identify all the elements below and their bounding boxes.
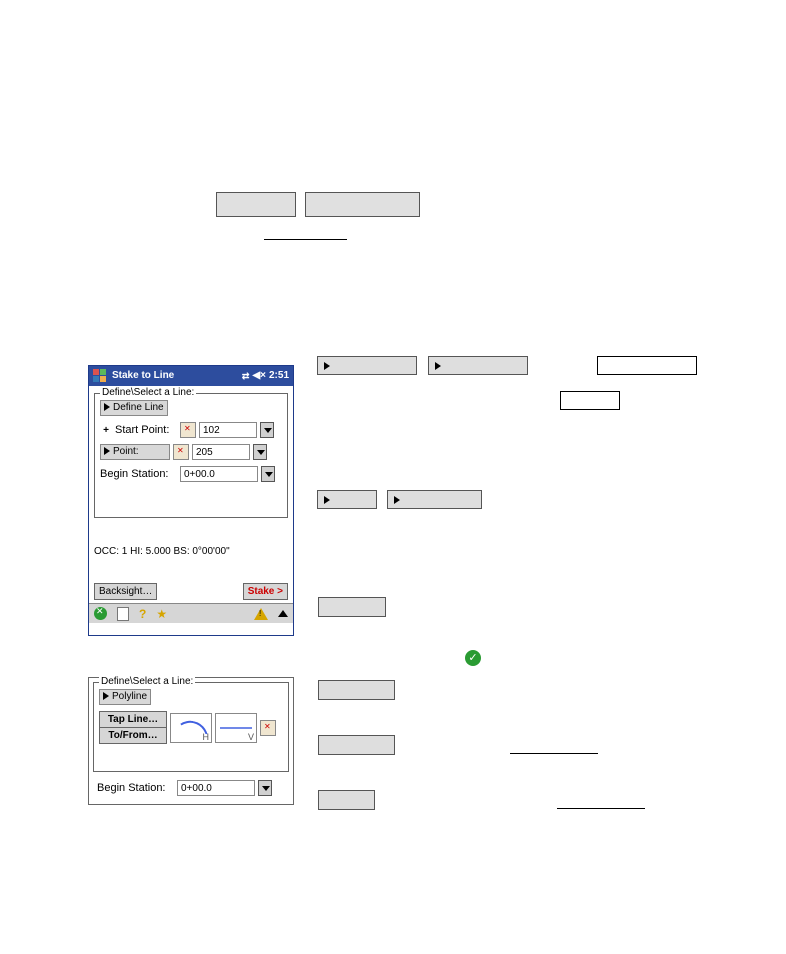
polyline-selector[interactable]: Polyline [99, 689, 151, 705]
ok-check-icon: ✓ [465, 650, 481, 666]
define-select-line-group: Define\Select a Line: Define Line + Star… [94, 393, 288, 518]
placeholder-button-1[interactable] [216, 192, 296, 217]
stake-button[interactable]: Stake > [243, 583, 288, 600]
begin-station-label: Begin Station: [100, 468, 177, 480]
group-legend: Define\Select a Line: [99, 676, 195, 687]
map-pick-icon[interactable] [173, 444, 189, 460]
warning-icon[interactable] [254, 608, 268, 620]
plus-icon: + [100, 425, 112, 436]
backsight-button[interactable]: Backsight… [94, 583, 157, 600]
begin-station-dropdown[interactable] [261, 466, 275, 482]
title-bar: Stake to Line ⇄ ◀× 2:51 [89, 366, 293, 386]
define-line-selector[interactable]: Define Line [100, 400, 168, 416]
anno-button-6[interactable] [318, 680, 395, 700]
volume-icon: ◀× [252, 366, 266, 386]
polyline-panel: Define\Select a Line: Polyline Tap Line…… [88, 677, 294, 805]
point-input[interactable] [192, 444, 250, 460]
start-point-input[interactable] [199, 422, 257, 438]
group-legend: Define\Select a Line: [100, 387, 196, 398]
anno-box-1 [597, 356, 697, 375]
begin-station-input[interactable] [177, 780, 255, 796]
map-pick-icon[interactable] [260, 720, 276, 736]
window-title: Stake to Line [112, 366, 174, 386]
placeholder-button-2[interactable] [305, 192, 420, 217]
anno-box-2 [560, 391, 620, 410]
doc-icon[interactable] [117, 607, 129, 621]
anno-button-1[interactable] [317, 356, 417, 375]
status-line: OCC: 1 HI: 5.000 BS: 0°00'00" [94, 546, 288, 557]
begin-station-dropdown[interactable] [258, 780, 272, 796]
begin-station-label: Begin Station: [97, 782, 174, 794]
signal-icon: ⇄ [242, 366, 250, 386]
star-icon[interactable]: ★ [156, 607, 167, 621]
anno-button-2[interactable] [428, 356, 528, 375]
anno-button-8[interactable] [318, 790, 375, 810]
windows-icon [93, 369, 107, 383]
triangle-icon [324, 362, 330, 370]
expand-up-icon[interactable] [278, 610, 288, 617]
v-label: V [248, 732, 254, 742]
start-point-label: Start Point: [115, 424, 177, 436]
placeholder-link-3[interactable] [557, 796, 645, 809]
stake-to-line-window: Stake to Line ⇄ ◀× 2:51 Define\Select a … [88, 365, 294, 636]
close-icon[interactable] [94, 607, 107, 620]
map-pick-icon[interactable] [180, 422, 196, 438]
triangle-icon [394, 496, 400, 504]
anno-button-7[interactable] [318, 735, 395, 755]
tap-line-button[interactable]: Tap Line… [99, 711, 167, 728]
h-preview: H [170, 713, 212, 743]
start-point-dropdown[interactable] [260, 422, 274, 438]
placeholder-link-2[interactable] [510, 741, 598, 754]
help-icon[interactable]: ? [139, 607, 146, 621]
point-dropdown[interactable] [253, 444, 267, 460]
v-preview: V [215, 713, 257, 743]
clock-label: 2:51 [269, 366, 289, 386]
h-label: H [203, 732, 210, 742]
point-selector[interactable]: Point: [100, 444, 170, 460]
triangle-icon [435, 362, 441, 370]
triangle-icon [324, 496, 330, 504]
anno-button-5[interactable] [318, 597, 386, 617]
define-select-line-group-2: Define\Select a Line: Polyline Tap Line…… [93, 682, 289, 772]
anno-button-4[interactable] [387, 490, 482, 509]
begin-station-input[interactable] [180, 466, 258, 482]
placeholder-link-1[interactable] [264, 227, 347, 240]
bottom-toolbar: ? ★ [89, 603, 293, 623]
to-from-button[interactable]: To/From… [99, 727, 167, 744]
